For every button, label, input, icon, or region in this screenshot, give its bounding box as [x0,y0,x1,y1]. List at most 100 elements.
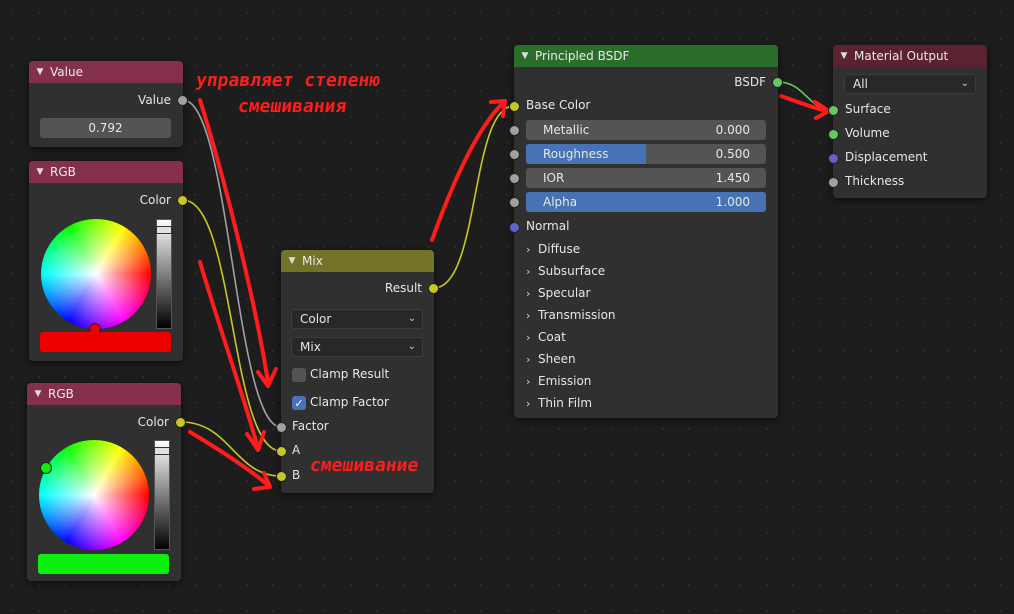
bsdf-output-row: BSDF [734,71,766,93]
node-title: Mix [302,254,323,268]
bsdf-output-socket[interactable] [772,77,783,88]
panel-label: Thin Film [538,396,593,410]
metallic-value: 0.000 [715,123,750,137]
roughness-slider[interactable]: Roughness 0.500 [526,144,766,164]
alpha-label: Alpha [543,195,578,209]
volume-input-socket[interactable] [828,129,839,140]
value-output-socket[interactable] [177,95,188,106]
ior-input-socket[interactable] [509,173,520,184]
chevron-right-icon: › [526,242,531,256]
a-input-socket[interactable] [276,446,287,457]
target-dropdown[interactable]: All ⌄ [844,74,976,94]
blend-mode-value: Mix [300,340,321,354]
alpha-value: 1.000 [715,195,750,209]
clamp-factor-checkbox[interactable]: ✓ [292,396,306,410]
clamp-factor-label: Clamp Factor [310,395,389,409]
data-type-dropdown[interactable]: Color ⌄ [291,309,423,329]
node-title: RGB [48,387,74,401]
node-title: Material Output [854,49,949,63]
ior-value: 1.450 [715,171,750,185]
value-node-header[interactable]: ▼ Value [29,61,183,83]
displacement-label: Displacement [845,150,928,164]
panel-label: Diffuse [538,242,581,256]
panel-label: Specular [538,286,591,300]
color-wheel[interactable] [41,219,151,329]
annotation-top-line1: управляет степеню [194,70,382,91]
chevron-down-icon: ⌄ [407,313,416,324]
panel-emission[interactable]: › Emission [526,374,591,388]
chevron-right-icon: › [526,352,531,366]
alpha-slider[interactable]: Alpha 1.000 [526,192,766,212]
panel-sheen[interactable]: › Sheen [526,352,576,366]
ior-label: IOR [543,171,565,185]
color-output-socket[interactable] [175,417,186,428]
collapse-chevron-icon[interactable]: ▼ [520,51,530,61]
color-output-row: Color [138,411,169,433]
panel-specular[interactable]: › Specular [526,286,590,300]
value-number-field[interactable]: 0.792 [40,118,171,138]
principled-bsdf-node[interactable]: ▼ Principled BSDF BSDF Base Color Metall… [509,45,783,418]
clamp-result-checkbox[interactable] [292,368,306,382]
rgb-node-green[interactable]: ▼ RGB Color [27,383,186,581]
metallic-input-socket[interactable] [509,125,520,136]
roughness-input-socket[interactable] [509,149,520,160]
brightness-handle[interactable] [156,226,172,234]
value-node[interactable]: ▼ Value Value 0.792 [29,61,188,147]
displacement-input-socket[interactable] [828,153,839,164]
blend-mode-dropdown[interactable]: Mix ⌄ [291,337,423,357]
chevron-down-icon: ⌄ [960,78,969,89]
collapse-chevron-icon[interactable]: ▼ [839,51,849,61]
panel-transmission[interactable]: › Transmission [526,308,616,322]
rgb-node-header[interactable]: ▼ RGB [27,383,181,405]
annotation-bottom: смешивание [308,455,420,476]
rgb-node-red[interactable]: ▼ RGB Color [29,161,188,361]
panel-label: Transmission [538,308,616,322]
panel-label: Sheen [538,352,576,366]
brightness-slider[interactable] [156,219,172,329]
chevron-down-icon: ⌄ [407,341,416,352]
brightness-slider[interactable] [154,440,170,550]
surface-label: Surface [845,102,891,116]
value-number: 0.792 [88,121,123,135]
collapse-chevron-icon[interactable]: ▼ [35,167,45,177]
color-swatch[interactable] [38,554,169,574]
panel-thin-film[interactable]: › Thin Film [526,396,592,410]
result-output-label: Result [384,281,422,295]
collapse-chevron-icon[interactable]: ▼ [35,67,45,77]
color-wheel-cursor[interactable] [40,462,52,474]
mix-node-header[interactable]: ▼ Mix [281,250,434,272]
clamp-result-label: Clamp Result [310,367,390,381]
brightness-handle[interactable] [154,447,170,455]
rgb-node-header[interactable]: ▼ RGB [29,161,183,183]
material-output-node[interactable]: ▼ Material Output All ⌄ Surface Volume D… [828,45,987,198]
color-wheel[interactable] [39,440,149,550]
metallic-slider[interactable]: Metallic 0.000 [526,120,766,140]
bsdf-output-label: BSDF [734,75,766,89]
b-input-socket[interactable] [276,471,287,482]
color-swatch[interactable] [40,332,171,352]
ior-slider[interactable]: IOR 1.450 [526,168,766,188]
check-icon: ✓ [294,396,304,410]
surface-input-socket[interactable] [828,105,839,116]
result-output-socket[interactable] [428,283,439,294]
alpha-input-socket[interactable] [509,197,520,208]
factor-input-label: Factor [292,419,329,433]
base-color-input-socket[interactable] [509,101,520,112]
color-output-row: Color [140,189,171,211]
collapse-chevron-icon[interactable]: ▼ [33,389,43,399]
chevron-right-icon: › [526,308,531,322]
panel-subsurface[interactable]: › Subsurface [526,264,605,278]
color-output-socket[interactable] [177,195,188,206]
thickness-input-socket[interactable] [828,177,839,188]
value-output-label: Value [138,93,171,107]
panel-coat[interactable]: › Coat [526,330,566,344]
node-title: RGB [50,165,76,179]
output-node-header[interactable]: ▼ Material Output [833,45,987,67]
a-input-label: A [292,443,301,457]
panel-diffuse[interactable]: › Diffuse [526,242,580,256]
factor-input-socket[interactable] [276,422,287,433]
chevron-right-icon: › [526,264,531,278]
bsdf-node-header[interactable]: ▼ Principled BSDF [514,45,778,67]
normal-input-socket[interactable] [509,222,520,233]
collapse-chevron-icon[interactable]: ▼ [287,256,297,266]
